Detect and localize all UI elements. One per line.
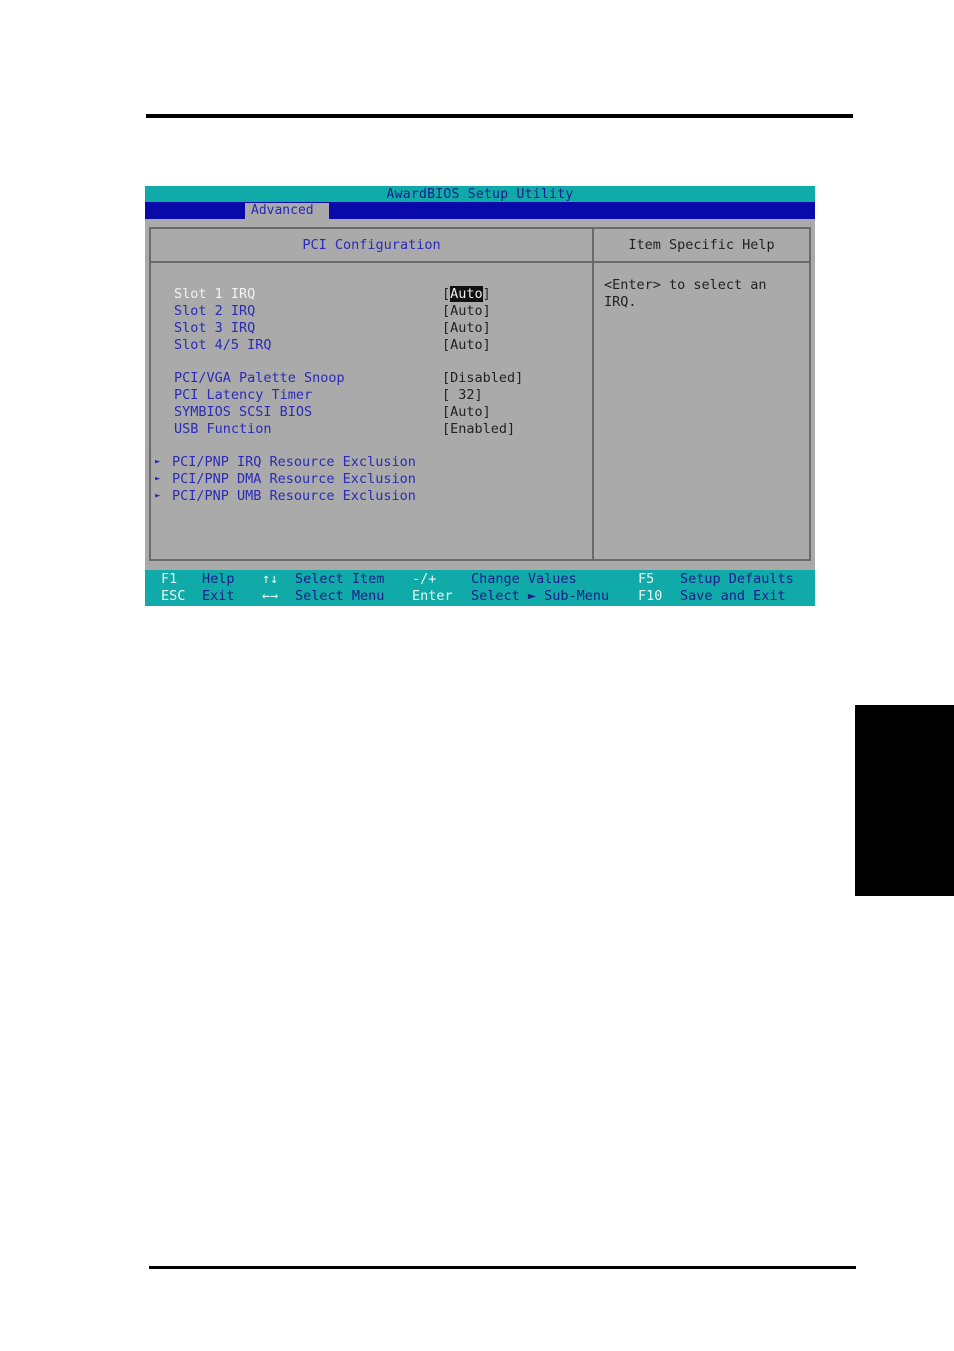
triangle-right-icon: ► [155, 491, 161, 501]
key-enter: Enter [412, 588, 453, 604]
setting-vga-palette-snoop-value[interactable]: [Disabled] [442, 370, 523, 387]
setting-slot2-irq-value[interactable]: [Auto] [442, 303, 491, 320]
key-f10-desc: Save and Exit [680, 588, 786, 604]
selected-value[interactable]: Auto [450, 286, 483, 302]
submenu-dma-resource-exclusion[interactable]: ► PCI/PNP DMA Resource Exclusion [155, 471, 416, 488]
key-f5-desc: Setup Defaults [680, 571, 794, 587]
setting-usb-function-value[interactable]: [Enabled] [442, 421, 515, 438]
page-header-rule [146, 114, 853, 118]
key-plusminus-desc: Change Values [471, 571, 577, 587]
key-esc-desc: Exit [202, 588, 235, 604]
left-right-arrows-icon: ←→ [262, 588, 279, 604]
help-panel-title: Item Specific Help [594, 229, 809, 263]
setting-usb-function-label[interactable]: USB Function [174, 421, 272, 438]
setting-slot3-irq-label[interactable]: Slot 3 IRQ [174, 320, 255, 337]
submenu-label: PCI/PNP UMB Resource Exclusion [172, 488, 416, 504]
bios-title: AwardBIOS Setup Utility [145, 186, 815, 202]
setting-slot3-irq-value[interactable]: [Auto] [442, 320, 491, 337]
menu-bar: Advanced [145, 202, 815, 219]
setting-slot1-irq-value[interactable]: [Auto] [442, 286, 491, 303]
up-down-arrows-icon: ↑↓ [262, 571, 279, 587]
triangle-right-icon: ► [155, 474, 161, 484]
submenu-label: PCI/PNP DMA Resource Exclusion [172, 471, 416, 487]
key-esc: ESC [161, 588, 186, 604]
key-help-footer: F1 Help ↑↓ Select Item -/+ Change Values… [145, 570, 815, 606]
help-text: <Enter> to select an IRQ. [604, 277, 767, 310]
page-footer-rule [149, 1266, 856, 1269]
setting-pci-latency-timer-value[interactable]: [ 32] [442, 387, 483, 404]
setting-symbios-scsi-bios-label[interactable]: SYMBIOS SCSI BIOS [174, 404, 312, 421]
setting-vga-palette-snoop-label[interactable]: PCI/VGA Palette Snoop [174, 370, 345, 387]
submenu-label: PCI/PNP IRQ Resource Exclusion [172, 454, 416, 470]
key-plusminus: -/+ [412, 571, 437, 587]
bracket-close: ] [482, 286, 491, 302]
key-enter-desc: Select ► Sub-Menu [471, 588, 610, 604]
panel-title: PCI Configuration [151, 229, 592, 263]
key-leftright-desc: Select Menu [295, 588, 385, 604]
bracket-open: [ [442, 286, 451, 302]
bios-setup-screen: AwardBIOS Setup Utility Advanced PCI Con… [145, 186, 815, 606]
submenu-irq-resource-exclusion[interactable]: ► PCI/PNP IRQ Resource Exclusion [155, 454, 416, 471]
setting-slot45-irq-value[interactable]: [Auto] [442, 337, 491, 354]
key-f5: F5 [638, 571, 655, 587]
key-f1: F1 [161, 571, 178, 587]
key-f1-desc: Help [202, 571, 235, 587]
tab-advanced[interactable]: Advanced [245, 203, 329, 219]
setting-slot45-irq-label[interactable]: Slot 4/5 IRQ [174, 337, 272, 354]
key-updown-desc: Select Item [295, 571, 385, 587]
chapter-side-tab [855, 705, 954, 896]
setting-symbios-scsi-bios-value[interactable]: [Auto] [442, 404, 491, 421]
setting-pci-latency-timer-label[interactable]: PCI Latency Timer [174, 387, 312, 404]
setting-slot1-irq-label[interactable]: Slot 1 IRQ [174, 286, 255, 303]
item-help-panel: Item Specific Help <Enter> to select an … [592, 227, 811, 561]
setting-slot2-irq-label[interactable]: Slot 2 IRQ [174, 303, 255, 320]
submenu-umb-resource-exclusion[interactable]: ► PCI/PNP UMB Resource Exclusion [155, 488, 416, 505]
key-f10: F10 [638, 588, 663, 604]
triangle-right-icon: ► [155, 457, 161, 467]
